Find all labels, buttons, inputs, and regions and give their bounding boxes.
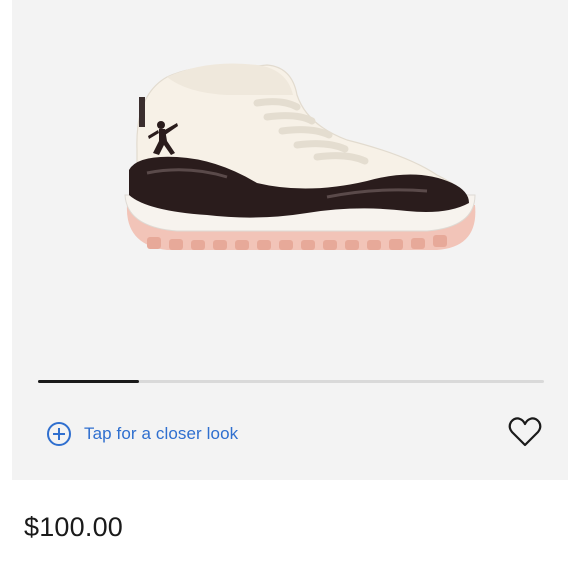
image-progress-bar[interactable] [38, 380, 544, 383]
closer-look-label: Tap for a closer look [84, 424, 239, 443]
closer-look-button[interactable]: Tap for a closer look [46, 420, 238, 448]
heart-icon[interactable] [508, 416, 542, 448]
image-progress-fill [38, 380, 140, 383]
product-gallery[interactable]: Tap for a closer look [12, 0, 568, 480]
product-page: Tap for a closer look $100.00 [0, 0, 580, 580]
product-price: $100.00 [24, 512, 123, 542]
product-image[interactable] [107, 55, 487, 265]
plus-circle-icon [47, 422, 71, 446]
